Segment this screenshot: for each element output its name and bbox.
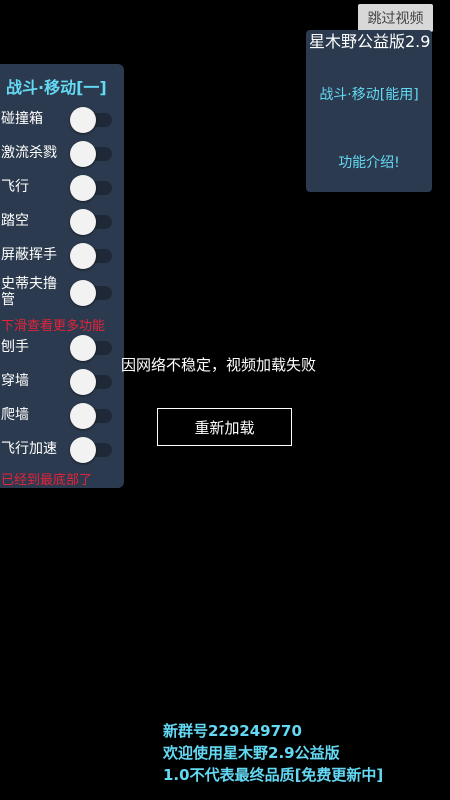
reload-button[interactable]: 重新加载 — [157, 408, 292, 446]
feature-label: 飞行加速 — [1, 441, 57, 457]
hitbox-toggle[interactable] — [70, 107, 112, 133]
feature-row-steve: 史蒂夫撸管 — [0, 272, 124, 312]
version-note: 1.0不代表最终品质[免费更新中] — [163, 766, 384, 784]
fly-speed-toggle[interactable] — [70, 437, 112, 463]
toggle-knob[interactable] — [70, 403, 96, 429]
feature-label: 穿墙 — [1, 373, 29, 389]
toggle-knob[interactable] — [70, 209, 96, 235]
feature-label: 爬墙 — [1, 407, 29, 423]
toggle-knob[interactable] — [70, 335, 96, 361]
feature-row-riptide: 激流杀戮 — [0, 136, 124, 170]
video-error-message: 因网络不稳定，视频加载失败 — [121, 356, 317, 374]
feature-label: 激流杀戮 — [1, 145, 57, 161]
group-number: 新群号229249770 — [163, 722, 302, 740]
welcome-text: 欢迎使用星木野2.9公益版 — [163, 744, 340, 762]
dig-toggle[interactable] — [70, 335, 112, 361]
feature-row-fly: 飞行 — [0, 170, 124, 204]
noclip-toggle[interactable] — [70, 369, 112, 395]
steve-toggle[interactable] — [70, 280, 112, 306]
panel-title[interactable]: 战斗·移动[一] — [6, 74, 107, 98]
feature-row-hitbox: 碰撞箱 — [0, 102, 124, 136]
feature-row-noclip: 穿墙 — [0, 364, 124, 398]
app-version-title: 星木野公益版2.9 — [309, 32, 431, 51]
bottom-hint: 已经到最底部了 — [1, 473, 93, 488]
toggle-knob[interactable] — [70, 437, 96, 463]
menu-panel-right: 星木野公益版2.9 战斗·移动[能用] 功能介绍! — [306, 30, 432, 192]
feature-row-dig: 刨手 — [0, 330, 124, 364]
feature-label: 飞行 — [1, 179, 29, 195]
feature-label: 屏蔽挥手 — [1, 247, 57, 263]
feature-label: 踏空 — [1, 213, 29, 229]
feature-label: 刨手 — [1, 339, 29, 355]
airwalk-toggle[interactable] — [70, 209, 112, 235]
toggle-knob[interactable] — [70, 107, 96, 133]
riptide-toggle[interactable] — [70, 141, 112, 167]
skip-video-button[interactable]: 跳过视频 — [358, 4, 433, 32]
feature-row-fly-speed: 飞行加速 — [0, 432, 124, 466]
feature-label: 史蒂夫撸管 — [1, 276, 57, 308]
combat-move-tab[interactable]: 战斗·移动[能用] — [306, 86, 432, 104]
fly-toggle[interactable] — [70, 175, 112, 201]
no-swing-toggle[interactable] — [70, 243, 112, 269]
feature-row-no-swing: 屏蔽挥手 — [0, 238, 124, 272]
footer-info: 新群号229249770 欢迎使用星木野2.9公益版 1.0不代表最终品质[免费… — [163, 720, 383, 786]
feature-label: 碰撞箱 — [1, 111, 43, 127]
climb-toggle[interactable] — [70, 403, 112, 429]
feature-intro-link[interactable]: 功能介绍! — [306, 154, 432, 172]
feature-row-climb: 爬墙 — [0, 398, 124, 432]
feature-row-airwalk: 踏空 — [0, 204, 124, 238]
feature-panel-left: 战斗·移动[一] 碰撞箱 激流杀戮 飞行 踏空 屏蔽挥手 史蒂夫撸管 下滑查看更… — [0, 64, 124, 488]
toggle-knob[interactable] — [70, 175, 96, 201]
toggle-knob[interactable] — [70, 243, 96, 269]
toggle-knob[interactable] — [70, 369, 96, 395]
toggle-knob[interactable] — [70, 280, 96, 306]
toggle-knob[interactable] — [70, 141, 96, 167]
